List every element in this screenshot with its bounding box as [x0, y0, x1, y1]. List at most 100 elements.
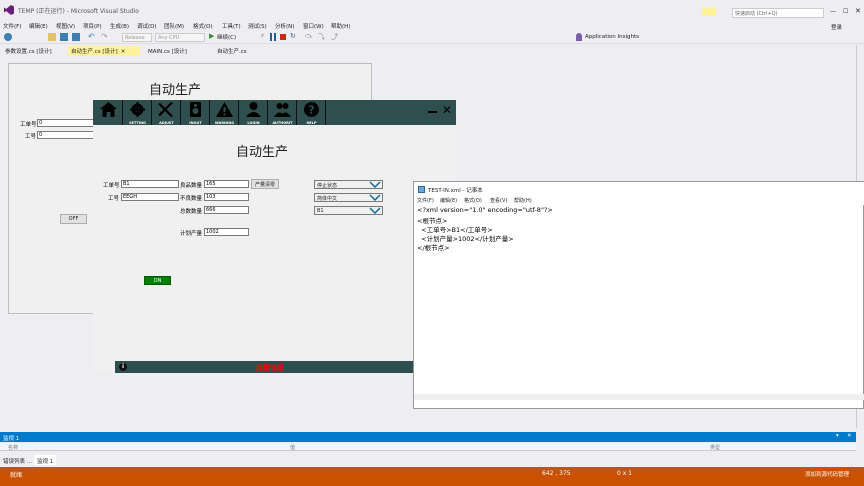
- menu-debug[interactable]: 调试(D): [137, 22, 157, 30]
- plan-qty-label: 计划产量: [180, 231, 203, 237]
- watch-panel: 监视 1 ▾ ✕ 名称 值 类型 错误列表 ... 监视 1: [0, 432, 856, 467]
- notification-flag-icon[interactable]: [702, 7, 716, 16]
- menu-bar: 文件(F) 编辑(E) 视图(V) 项目(P) 生成(B) 调试(D) 团队(M…: [0, 20, 864, 31]
- save-all-icon[interactable]: [72, 33, 80, 41]
- back-icon[interactable]: [4, 33, 12, 41]
- tab-param-design[interactable]: 参数设置.cs [设计]: [2, 46, 55, 56]
- np-menu-edit[interactable]: 编辑(E): [440, 197, 457, 204]
- tab-auto-prod-design[interactable]: 自动生产.cs [设计] ✕: [68, 46, 140, 56]
- menu-tools[interactable]: 工具(T): [222, 22, 241, 30]
- state-combo[interactable]: 停止状态: [314, 180, 383, 189]
- np-menu-file[interactable]: 文件(F): [417, 197, 434, 204]
- menu-help[interactable]: 帮助(H): [331, 22, 350, 30]
- close-button[interactable]: ✕: [855, 7, 861, 15]
- document-tabs: 参数设置.cs [设计] 自动生产.cs [设计] ✕ MAIN.cs [设计] …: [0, 45, 856, 56]
- form-title: 自动生产: [149, 83, 202, 98]
- nav-authority[interactable]: AUTHORIT: [268, 100, 297, 125]
- watch-header: 监视 1 ▾ ✕: [0, 432, 856, 442]
- user-icon: [246, 102, 261, 117]
- tab-auto-prod-code[interactable]: 自动生产.cs: [214, 46, 250, 56]
- nav-home[interactable]: [94, 100, 123, 125]
- tab-watch-1[interactable]: 监视 1: [34, 455, 57, 465]
- stop-icon[interactable]: [280, 34, 286, 40]
- np-menu-format[interactable]: 格式(O): [464, 197, 482, 204]
- bad-qty-input[interactable]: [204, 193, 249, 201]
- job-input[interactable]: [37, 131, 97, 139]
- step-over-icon[interactable]: ⤼: [305, 32, 312, 41]
- menu-file[interactable]: 文件(F): [3, 22, 21, 30]
- off-button[interactable]: OFF: [60, 214, 87, 224]
- nav-login[interactable]: LOGIN: [239, 100, 268, 125]
- tab-close-icon[interactable]: ✕: [121, 49, 126, 55]
- total-qty-input[interactable]: [204, 206, 249, 214]
- quick-launch-input[interactable]: 快速启动 (Ctrl+Q): [732, 8, 824, 18]
- good-qty-input[interactable]: [204, 180, 249, 188]
- hot-reload-icon[interactable]: ⚡: [260, 32, 265, 40]
- hmi-minimize-button[interactable]: [428, 111, 437, 113]
- login-link[interactable]: 登录: [831, 23, 842, 31]
- nav-warning[interactable]: WARNING: [210, 100, 239, 125]
- notepad-title: TEST-IN.xml - 记事本: [428, 188, 483, 194]
- notepad-icon: [418, 186, 425, 193]
- menu-view[interactable]: 视图(V): [56, 22, 75, 30]
- tab-main-design[interactable]: MAIN.cs [设计]: [145, 46, 190, 56]
- np-menu-help[interactable]: 帮助(H): [514, 197, 532, 204]
- chevron-down-icon: [369, 194, 381, 201]
- pause-icon[interactable]: [270, 33, 276, 41]
- total-qty-label: 总数数量: [180, 209, 203, 215]
- app-insights-button[interactable]: Application Insights: [585, 34, 639, 40]
- continue-icon[interactable]: ▶: [209, 32, 214, 40]
- np-menu-view[interactable]: 查看(V): [490, 197, 507, 204]
- notepad-text-area[interactable]: <?xml version="1.0" encoding="utf-8"?> <…: [414, 205, 864, 395]
- maximize-button[interactable]: ☐: [843, 8, 848, 15]
- hmi-close-button[interactable]: ✕: [442, 103, 452, 117]
- plan-qty-input[interactable]: [204, 228, 249, 236]
- menu-format[interactable]: 格式(O): [193, 22, 213, 30]
- horizontal-scrollbar[interactable]: [414, 394, 864, 400]
- nav-help[interactable]: ? HELP: [297, 100, 326, 125]
- menu-team[interactable]: 团队(M): [164, 22, 184, 30]
- nav-adjust[interactable]: ADJUST: [152, 100, 181, 125]
- watch-columns: 名称 值 类型: [0, 443, 856, 451]
- nav-inout[interactable]: INOUT: [181, 100, 210, 125]
- on-button[interactable]: ON: [144, 276, 171, 285]
- continue-button[interactable]: 继续(C): [217, 33, 236, 41]
- svg-text:?: ?: [308, 104, 314, 117]
- undo-icon[interactable]: ↶: [88, 32, 95, 41]
- work-order-label: 工单号: [20, 122, 37, 128]
- menu-analyze[interactable]: 分析(N): [275, 22, 294, 30]
- source-control-button[interactable]: 添加到源代码管理: [805, 470, 849, 478]
- menu-window[interactable]: 窗口(W): [303, 22, 324, 30]
- chevron-down-icon: [369, 207, 381, 214]
- watch-pin-icon[interactable]: ▾: [836, 433, 839, 439]
- bad-qty-label: 不良数量: [180, 196, 203, 202]
- restart-icon[interactable]: ↻: [290, 32, 296, 40]
- hmi-work-order-input[interactable]: [121, 180, 179, 188]
- job-label: 工号: [25, 134, 37, 140]
- save-icon[interactable]: [60, 33, 68, 41]
- watch-title: 监视 1: [3, 436, 20, 442]
- hmi-job-input[interactable]: [121, 193, 179, 201]
- language-combo[interactable]: 简体中文: [314, 193, 383, 202]
- menu-project[interactable]: 项目(P): [83, 22, 102, 30]
- help-icon: ?: [304, 102, 319, 117]
- step-into-icon[interactable]: ⤵: [318, 32, 325, 42]
- watch-close-icon[interactable]: ✕: [847, 433, 852, 439]
- step-out-icon[interactable]: ⤴: [331, 32, 338, 42]
- tab-error-list[interactable]: 错误列表 ...: [3, 457, 32, 465]
- menu-test[interactable]: 测试(S): [248, 22, 267, 30]
- home-icon: [100, 102, 117, 117]
- open-folder-icon[interactable]: [48, 33, 56, 41]
- redo-icon[interactable]: ↷: [101, 32, 108, 41]
- menu-edit[interactable]: 编辑(E): [29, 22, 48, 30]
- alarm-bar: i 报警信息: [115, 361, 456, 373]
- menu-build[interactable]: 生成(B): [110, 22, 129, 30]
- col-value: 值: [290, 445, 296, 451]
- work-order-input[interactable]: [37, 119, 97, 127]
- order-combo[interactable]: B1: [314, 206, 383, 215]
- platform-dropdown[interactable]: Any CPU: [155, 33, 205, 42]
- clear-output-button[interactable]: 产量清零: [251, 179, 279, 189]
- nav-setting[interactable]: SETTING: [123, 100, 152, 125]
- minimize-button[interactable]: —: [830, 8, 836, 15]
- config-dropdown[interactable]: Release: [122, 33, 152, 42]
